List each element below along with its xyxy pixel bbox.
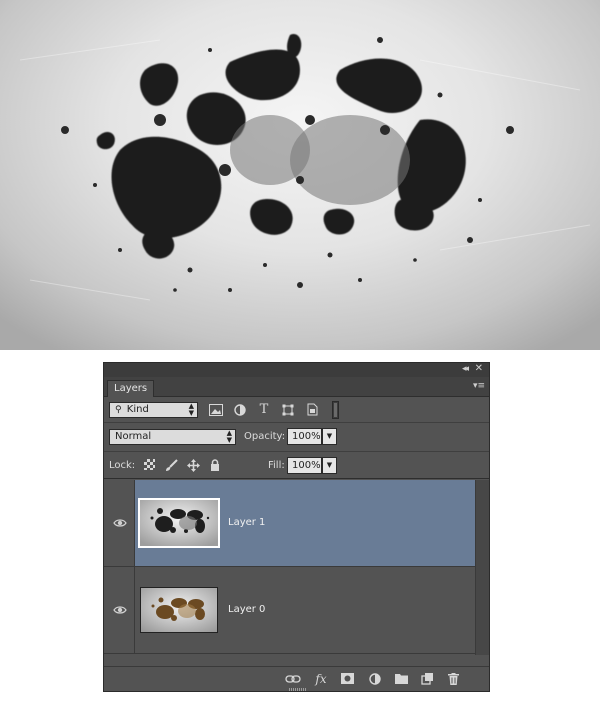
layer-name: Layer 0 xyxy=(228,604,266,615)
layers-bottom-toolbar: fx xyxy=(104,666,489,691)
panel-resize-grip[interactable] xyxy=(289,688,307,691)
opacity-slider-button[interactable]: ▼ xyxy=(322,428,337,445)
layer-thumbnail xyxy=(138,498,220,548)
adjustment-layer-filter-icon[interactable] xyxy=(232,402,248,418)
collapse-panel-icon[interactable]: ◂◂ xyxy=(462,364,469,374)
layer-list: Layer 1 Layer 0 xyxy=(104,480,489,655)
lock-image-pixels-icon[interactable] xyxy=(164,457,178,473)
filter-kind-label: Kind xyxy=(126,404,149,415)
panel-menu-icon[interactable]: ▾≡ xyxy=(473,381,485,391)
search-icon: ⚲ xyxy=(115,405,122,415)
fill-field[interactable]: 100% xyxy=(287,457,322,474)
filter-row: ⚲ Kind ▲ ▼ T xyxy=(104,397,489,423)
pixel-layer-filter-icon[interactable] xyxy=(208,402,224,418)
blend-mode-value: Normal xyxy=(115,431,152,442)
tab-layers[interactable]: Layers xyxy=(107,380,155,397)
type-layer-filter-icon[interactable]: T xyxy=(256,402,272,418)
new-group-folder-icon[interactable] xyxy=(392,671,410,687)
layer-style-fx-button[interactable]: fx xyxy=(312,671,330,687)
panel-title-bar[interactable]: ◂◂ ✕ xyxy=(104,363,489,377)
visibility-cell xyxy=(104,480,135,566)
ink-splatter-graphic xyxy=(19,34,591,301)
blend-mode-dropdown[interactable]: Normal ▲ ▼ xyxy=(109,429,236,445)
new-adjustment-layer-icon[interactable] xyxy=(366,671,384,687)
lock-position-icon[interactable] xyxy=(186,457,200,473)
layer-row-layer-0[interactable]: Layer 0 xyxy=(104,567,475,654)
fill-slider-button[interactable]: ▼ xyxy=(322,457,337,474)
panel-tab-bar: Layers ▾≡ xyxy=(104,377,489,397)
lock-transparent-pixels-icon[interactable] xyxy=(142,457,156,473)
dropdown-arrows-icon: ▲ ▼ xyxy=(226,429,232,444)
smart-object-filter-icon[interactable] xyxy=(304,402,320,418)
layer-thumbnail xyxy=(140,587,218,633)
opacity-field[interactable]: 100% xyxy=(287,428,322,445)
add-layer-mask-icon[interactable] xyxy=(338,671,356,687)
layer-row-layer-1[interactable]: Layer 1 xyxy=(104,480,475,567)
visibility-eye-icon[interactable] xyxy=(113,603,127,617)
delete-layer-trash-icon[interactable] xyxy=(444,671,462,687)
close-panel-icon[interactable]: ✕ xyxy=(475,363,483,374)
opacity-label: Opacity: xyxy=(244,431,286,442)
filter-toggle-switch[interactable] xyxy=(332,401,339,419)
blend-row: Normal ▲ ▼ Opacity: 100% ▼ xyxy=(104,423,489,452)
shape-layer-filter-icon[interactable] xyxy=(280,402,296,418)
visibility-cell xyxy=(104,567,135,653)
lock-label: Lock: xyxy=(109,460,136,471)
link-layers-icon[interactable] xyxy=(284,671,302,687)
dropdown-arrows-icon: ▲ ▼ xyxy=(188,402,194,417)
layers-panel: ◂◂ ✕ Layers ▾≡ ⚲ Kind ▲ ▼ T Normal ▲ ▼ O… xyxy=(103,362,490,692)
ink-splatter-texture-image xyxy=(0,0,600,350)
layer-list-scrollbar[interactable] xyxy=(475,480,489,655)
new-layer-icon[interactable] xyxy=(418,671,436,687)
filter-kind-dropdown[interactable]: ⚲ Kind ▲ ▼ xyxy=(109,402,198,418)
visibility-eye-icon[interactable] xyxy=(113,516,127,530)
lock-all-icon[interactable] xyxy=(208,457,222,473)
fill-label: Fill: xyxy=(268,460,285,471)
lock-row: Lock: Fill: 100% ▼ xyxy=(104,452,489,479)
layer-name: Layer 1 xyxy=(228,517,266,528)
